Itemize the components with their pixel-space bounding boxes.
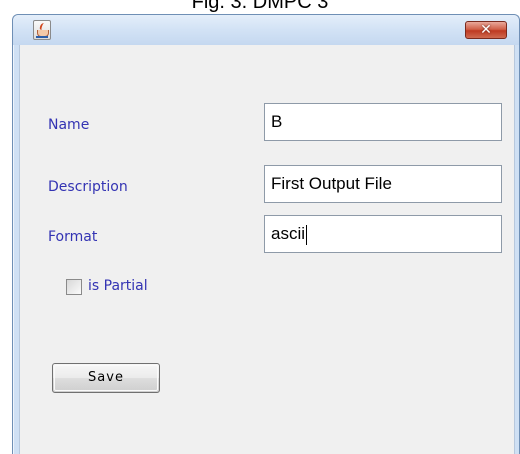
is-partial-checkbox[interactable] bbox=[66, 279, 82, 295]
description-label: Description bbox=[48, 179, 128, 195]
description-field[interactable]: First Output File bbox=[264, 165, 502, 203]
name-label: Name bbox=[48, 117, 90, 133]
format-field[interactable]: ascii bbox=[264, 215, 502, 253]
text-caret bbox=[306, 224, 308, 245]
name-field[interactable]: B bbox=[264, 103, 502, 141]
save-button[interactable]: Save bbox=[52, 363, 160, 393]
title-bar[interactable]: ✕ bbox=[13, 15, 519, 45]
save-button-label: Save bbox=[88, 370, 124, 385]
format-label: Format bbox=[48, 229, 98, 245]
dialog-content: Name B Description First Output File For… bbox=[19, 45, 515, 454]
java-coffee-cup-icon[interactable] bbox=[33, 20, 51, 40]
is-partial-label[interactable]: is Partial bbox=[88, 278, 148, 294]
dialog-window: ✕ Name B Description First Output File F… bbox=[12, 14, 520, 454]
close-button[interactable]: ✕ bbox=[465, 21, 507, 39]
format-value: ascii bbox=[271, 224, 306, 243]
figure-caption: Fig. 3. DMPC 3 bbox=[191, 0, 329, 13]
page: Fig. 3. DMPC 3 ✕ Name B Description Firs… bbox=[0, 0, 520, 454]
close-x-icon: ✕ bbox=[480, 22, 492, 38]
